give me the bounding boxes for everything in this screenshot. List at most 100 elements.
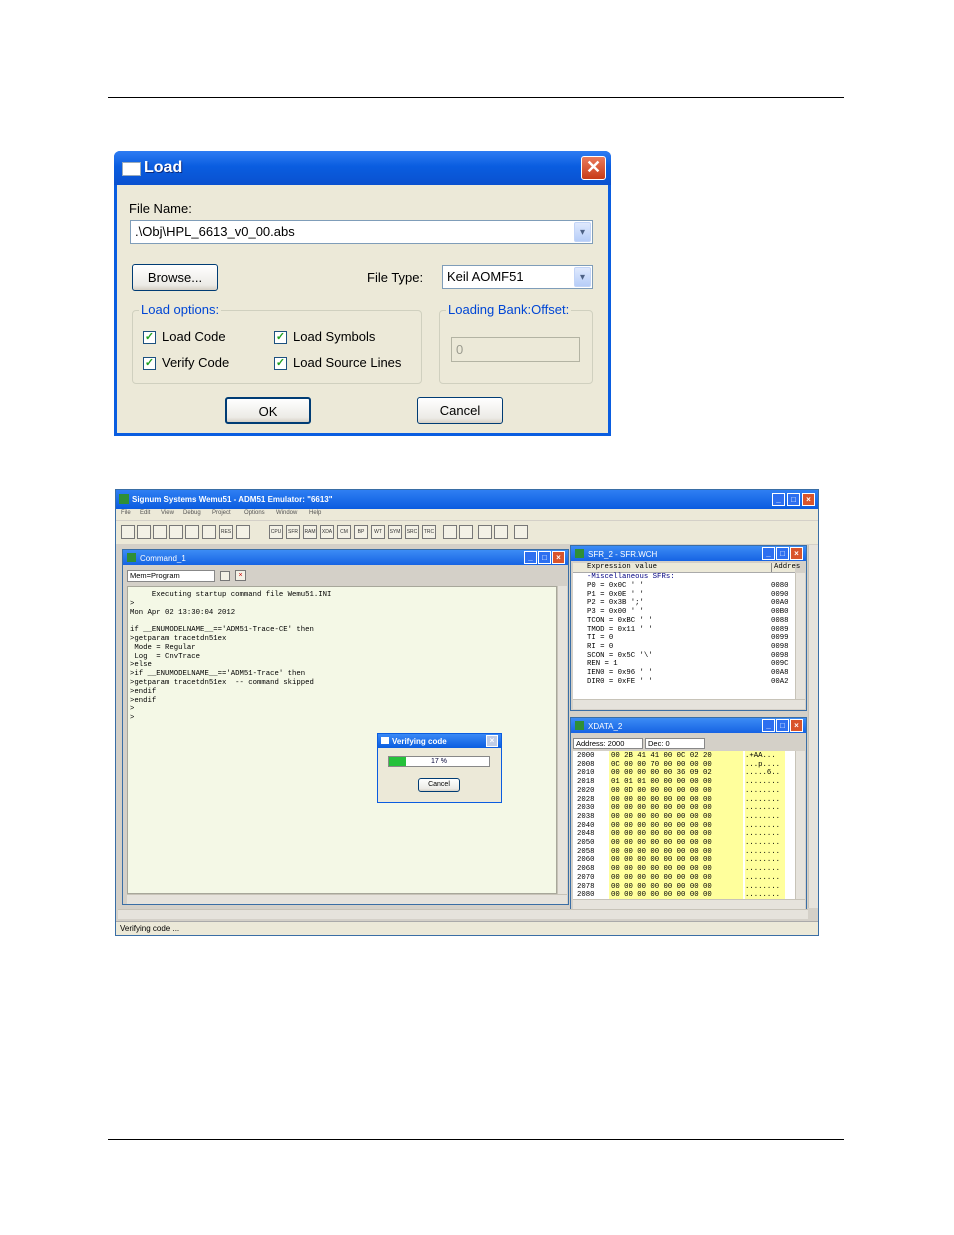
toolbar-button-11[interactable]: XDA <box>320 525 334 539</box>
toolbar-button-17[interactable]: TRC <box>422 525 436 539</box>
toolbar-button-0[interactable] <box>121 525 135 539</box>
maximize-icon[interactable]: □ <box>776 719 789 732</box>
sfr-vscroll[interactable] <box>795 573 805 699</box>
chevron-down-icon[interactable]: ▾ <box>574 267 591 287</box>
verify-cancel-button[interactable]: Cancel <box>418 778 460 792</box>
maximize-icon[interactable]: □ <box>538 551 551 564</box>
xdata-row-ascii[interactable]: ........ <box>745 787 780 796</box>
command-window-titlebar[interactable]: Command_1 _ □ × <box>123 550 568 565</box>
toolbar-button-16[interactable]: SRC <box>405 525 419 539</box>
xdata-vscroll[interactable] <box>795 751 805 901</box>
toolbar-button-20[interactable] <box>478 525 492 539</box>
toolbar-button-7[interactable] <box>236 525 250 539</box>
xdata-row-ascii[interactable]: ........ <box>745 839 780 848</box>
xdata-row-ascii[interactable]: ........ <box>745 813 780 822</box>
load-code-checkbox[interactable]: ✓ <box>143 331 156 344</box>
sfr-row-expression[interactable]: REN = 1 <box>587 660 618 669</box>
sfr-row-expression[interactable]: TI = 0 <box>587 634 613 643</box>
sfr-row-expression[interactable]: P1 = 0x0E ' ' <box>587 591 644 600</box>
sfr-row-expression[interactable]: P3 = 0x00 ' ' <box>587 608 644 617</box>
sfr-hscroll[interactable] <box>573 699 805 709</box>
load-source-lines-checkbox[interactable]: ✓ <box>274 357 287 370</box>
menu-file[interactable]: File <box>121 510 131 516</box>
xdata-row-hex[interactable]: 00 00 00 00 00 00 00 00 <box>611 813 712 822</box>
toolbar-button-8[interactable]: CPU <box>269 525 283 539</box>
xdata-row-hex[interactable]: 00 00 00 00 00 00 00 00 <box>611 883 712 892</box>
menu-window[interactable]: Window <box>276 510 297 516</box>
xdata-row-ascii[interactable]: ...p.... <box>745 761 780 770</box>
xdata-row-ascii[interactable]: .....6.. <box>745 769 780 778</box>
sfr-row-expression[interactable]: DIR0 = 0xFE ' ' <box>587 678 653 687</box>
sfr-window-titlebar[interactable]: SFR_2 - SFR.WCH _ □ × <box>571 546 806 561</box>
memory-select[interactable]: Mem=Program <box>127 570 215 582</box>
file-type-combo[interactable]: Keil AOMF51 ▾ <box>442 265 593 289</box>
sfr-row-expression[interactable]: P0 = 0x0C ' ' <box>587 582 644 591</box>
toolbar-button-6[interactable]: RES <box>219 525 233 539</box>
toolbar-button-21[interactable] <box>494 525 508 539</box>
xdata-row-hex[interactable]: 00 0D 00 00 00 00 00 00 <box>611 787 712 796</box>
mdi-vscroll[interactable] <box>808 545 818 908</box>
browse-button[interactable]: Browse... <box>132 264 218 291</box>
maximize-icon[interactable]: □ <box>787 493 800 506</box>
close-button[interactable]: ✕ <box>581 156 606 180</box>
command-hscroll[interactable] <box>127 894 567 904</box>
load-symbols-checkbox[interactable]: ✓ <box>274 331 287 344</box>
close-icon[interactable]: × <box>802 493 815 506</box>
menu-project[interactable]: Project <box>212 510 231 516</box>
toolbar-icon[interactable] <box>220 571 230 581</box>
xdata-row-ascii[interactable]: ........ <box>745 874 780 883</box>
xdata-row-ascii[interactable]: ........ <box>745 883 780 892</box>
xdata-row-ascii[interactable]: ........ <box>745 848 780 857</box>
xdata-row-hex[interactable]: 00 2B 41 41 00 0C 02 20 <box>611 752 712 761</box>
xdata-address-field[interactable]: Address: 2000 <box>573 738 643 749</box>
xdata-row-ascii[interactable]: ........ <box>745 778 780 787</box>
toolbar-button-13[interactable]: BP <box>354 525 368 539</box>
toolbar-button-2[interactable] <box>153 525 167 539</box>
sfr-row-expression[interactable]: P2 = 0x3B ';' <box>587 599 644 608</box>
sfr-row-expression[interactable]: TMOD = 0x11 ' ' <box>587 626 653 635</box>
ok-button[interactable]: OK <box>225 397 311 424</box>
xdata-row-hex[interactable]: 01 01 01 00 00 00 00 00 <box>611 778 712 787</box>
close-icon[interactable]: × <box>790 547 803 560</box>
xdata-window-titlebar[interactable]: XDATA_2 _ □ × <box>571 718 806 733</box>
clear-icon[interactable]: × <box>235 570 246 581</box>
xdata-row-ascii[interactable]: .+AA... <box>745 752 780 761</box>
sfr-row-expression[interactable]: TCON = 0xBC ' ' <box>587 617 653 626</box>
xdata-row-ascii[interactable]: ........ <box>745 804 780 813</box>
xdata-row-hex[interactable]: 0C 00 00 70 00 00 00 00 <box>611 761 712 770</box>
load-dialog-titlebar[interactable]: Load ✕ <box>114 151 611 185</box>
xdata-row-hex[interactable]: 00 00 00 00 00 00 00 00 <box>611 874 712 883</box>
xdata-row-ascii[interactable]: ........ <box>745 796 780 805</box>
emulator-titlebar[interactable]: Signum Systems Wemu51 - ADM51 Emulator: … <box>116 490 818 509</box>
close-icon[interactable]: × <box>552 551 565 564</box>
xdata-row-ascii[interactable]: ........ <box>745 822 780 831</box>
xdata-dec-field[interactable]: Dec: 0 <box>645 738 705 749</box>
xdata-row-hex[interactable]: 00 00 00 00 00 00 00 00 <box>611 848 712 857</box>
mdi-hscroll[interactable] <box>118 909 808 919</box>
cancel-button[interactable]: Cancel <box>417 397 503 424</box>
menu-edit[interactable]: Edit <box>140 510 150 516</box>
xdata-row-hex[interactable]: 00 00 00 00 00 00 00 00 <box>611 865 712 874</box>
toolbar-button-10[interactable]: RAM <box>303 525 317 539</box>
toolbar-button-14[interactable]: WT <box>371 525 385 539</box>
toolbar-button-3[interactable] <box>169 525 183 539</box>
toolbar-button-9[interactable]: SFR <box>286 525 300 539</box>
sfr-row-expression[interactable]: SCON = 0x5C '\' <box>587 652 653 661</box>
verifying-titlebar[interactable]: Verifying code × <box>378 734 501 748</box>
xdata-row-hex[interactable]: 00 00 00 00 00 36 09 02 <box>611 769 712 778</box>
xdata-grid[interactable]: 2000 00 2B 41 41 00 0C 02 20 .+AA... 2008 0… <box>573 751 795 901</box>
xdata-row-hex[interactable]: 00 00 00 00 00 00 00 00 <box>611 822 712 831</box>
xdata-row-ascii[interactable]: ........ <box>745 856 780 865</box>
sfr-row-expression[interactable]: IEN0 = 0x96 ' ' <box>587 669 653 678</box>
menu-help[interactable]: Help <box>309 510 321 516</box>
toolbar-button-18[interactable] <box>443 525 457 539</box>
chevron-down-icon[interactable]: ▾ <box>574 222 591 242</box>
close-icon[interactable]: × <box>486 735 498 747</box>
verify-code-checkbox[interactable]: ✓ <box>143 357 156 370</box>
toolbar-button-12[interactable]: CM <box>337 525 351 539</box>
xdata-hscroll[interactable] <box>573 899 805 909</box>
minimize-icon[interactable]: _ <box>762 719 775 732</box>
xdata-row-hex[interactable]: 00 00 00 00 00 00 00 00 <box>611 839 712 848</box>
menu-debug[interactable]: Debug <box>183 510 201 516</box>
sfr-row-expression[interactable]: RI = 0 <box>587 643 613 652</box>
